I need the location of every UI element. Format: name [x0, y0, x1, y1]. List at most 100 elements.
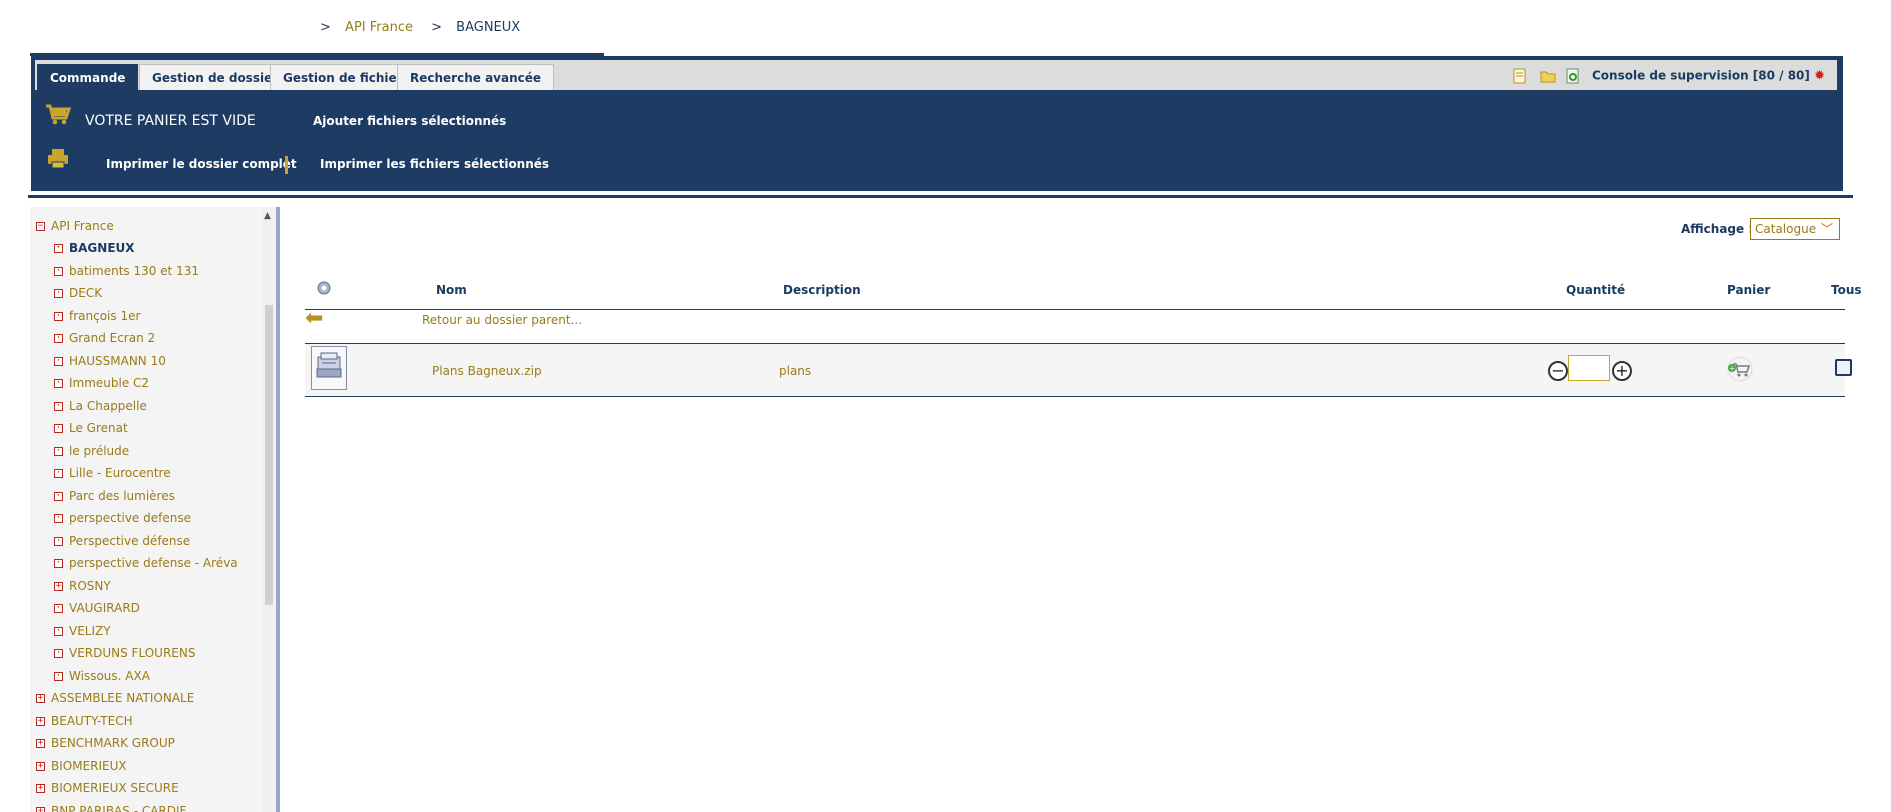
expand-icon[interactable]: +	[36, 716, 45, 726]
quantity-decrement-button[interactable]: −	[1548, 361, 1568, 381]
tree-item[interactable]: · HAUSSMANN 10	[54, 354, 166, 368]
tree-item[interactable]: · françois 1er	[54, 309, 140, 323]
tree-item[interactable]: · BAGNEUX	[54, 241, 135, 255]
collapse-icon[interactable]: ·	[54, 401, 63, 411]
tree-item[interactable]: · le prélude	[54, 444, 129, 458]
tree-item-label: Perspective défense	[69, 533, 191, 548]
collapse-icon[interactable]: ·	[54, 244, 63, 253]
tree-item[interactable]: + BEAUTY-TECH	[36, 714, 133, 728]
header-panel: Commande Gestion de dossier Gestion de f…	[31, 56, 1843, 191]
tree-item[interactable]: + BENCHMARK GROUP	[36, 736, 175, 750]
tab-gestion-dossier[interactable]: Gestion de dossier	[139, 64, 292, 90]
tree-item[interactable]: · VERDUNS FLOURENS	[54, 646, 195, 660]
file-name-link[interactable]: Plans Bagneux.zip	[432, 364, 542, 378]
collapse-icon[interactable]: ·	[54, 289, 63, 298]
tree-item[interactable]: + ASSEMBLEE NATIONALE	[36, 691, 194, 705]
tree-item-root[interactable]: − API France	[36, 219, 114, 233]
print-selected-files-button[interactable]: Imprimer les fichiers sélectionnés	[320, 157, 549, 171]
breadcrumb-link-api-france[interactable]: API France	[345, 20, 413, 35]
tab-gestion-fichier[interactable]: Gestion de fichier	[270, 64, 416, 90]
expand-icon[interactable]: +	[36, 739, 45, 748]
expand-icon[interactable]: +	[36, 694, 45, 703]
column-header-nom[interactable]: Nom	[436, 283, 467, 297]
parent-folder-link[interactable]: Retour au dossier parent...	[422, 313, 582, 327]
tree-item[interactable]: · VELIZY	[54, 624, 111, 638]
tree-item[interactable]: · batiments 130 et 131	[54, 264, 199, 278]
print-full-folder-button[interactable]: Imprimer le dossier complet	[106, 157, 297, 171]
tree-item-label: BNP PARIBAS - CARDIF	[51, 803, 187, 812]
expand-icon[interactable]: +	[36, 806, 45, 812]
file-description: plans	[779, 364, 812, 378]
collapse-icon[interactable]: ·	[54, 649, 63, 658]
sidebar-resize-handle[interactable]	[276, 207, 280, 812]
collapse-icon[interactable]: ·	[54, 604, 63, 613]
tree-item-label: BIOMERIEUX	[51, 758, 127, 773]
tree-item-label: BIOMERIEUX SECURE	[51, 781, 179, 795]
collapse-icon[interactable]: ·	[54, 356, 63, 366]
tree-item-label: perspective defense	[69, 511, 191, 525]
collapse-icon[interactable]: ·	[54, 469, 63, 478]
console-refresh-icon[interactable]	[1566, 68, 1580, 84]
tree-item[interactable]: · perspective defense	[54, 511, 191, 525]
expand-icon[interactable]: +	[54, 581, 63, 591]
tree-item[interactable]: · Parc des lumières	[54, 489, 175, 503]
collapse-icon[interactable]: ·	[54, 536, 63, 546]
folder-icon[interactable]	[1540, 68, 1556, 84]
tree-item-label: DECK	[69, 286, 103, 300]
tree-item[interactable]: + BIOMERIEUX	[36, 759, 127, 773]
header-underline	[28, 195, 1853, 198]
select-file-checkbox[interactable]	[1835, 359, 1852, 376]
tree-item[interactable]: · DECK	[54, 286, 102, 300]
settings-gear-icon[interactable]	[316, 280, 332, 300]
add-selected-files-button[interactable]: Ajouter fichiers sélectionnés	[313, 114, 506, 128]
tree-item[interactable]: · Grand Ecran 2	[54, 331, 155, 345]
expand-icon[interactable]: +	[36, 761, 45, 771]
collapse-icon[interactable]: ·	[54, 671, 63, 681]
tree-item[interactable]: · perspective defense - Aréva	[54, 556, 238, 570]
tree-item-label: ROSNY	[69, 578, 111, 593]
tree-item-label: BENCHMARK GROUP	[51, 736, 175, 750]
affichage-select[interactable]: Catalogue ﹀	[1750, 218, 1840, 240]
chevron-down-icon: ﹀	[1820, 222, 1833, 236]
collapse-icon[interactable]: ·	[54, 379, 63, 388]
tree-item[interactable]: + BIOMERIEUX SECURE	[36, 781, 179, 795]
tree-item[interactable]: · VAUGIRARD	[54, 601, 140, 615]
collapse-icon[interactable]: ·	[54, 491, 63, 501]
tree-item[interactable]: · Wissous. AXA	[54, 669, 150, 683]
tree-item[interactable]: · Perspective défense	[54, 534, 190, 548]
collapse-icon[interactable]: ·	[54, 266, 63, 276]
quantity-input[interactable]	[1568, 355, 1610, 381]
tree-item[interactable]: · Le Grenat	[54, 421, 128, 435]
expand-icon[interactable]: +	[36, 784, 45, 793]
add-to-cart-icon[interactable]: +	[1724, 356, 1754, 382]
tree-item[interactable]: · Immeuble C2	[54, 376, 149, 390]
breadcrumb-current: BAGNEUX	[456, 20, 521, 35]
back-arrow-icon[interactable]: ⬅	[305, 308, 323, 330]
sidebar-scrollbar[interactable]: ▲	[262, 207, 275, 812]
tree-item[interactable]: · La Chappelle	[54, 399, 147, 413]
column-header-description[interactable]: Description	[783, 283, 861, 297]
tree-item[interactable]: + ROSNY	[54, 579, 111, 593]
tree-item[interactable]: + BNP PARIBAS - CARDIF	[36, 804, 186, 812]
collapse-icon[interactable]: ·	[54, 311, 63, 321]
tree-item[interactable]: · Lille - Eurocentre	[54, 466, 171, 480]
zip-file-icon[interactable]	[311, 346, 347, 390]
collapse-icon[interactable]: −	[36, 222, 45, 231]
collapse-icon[interactable]: ·	[54, 514, 63, 523]
quantity-increment-button[interactable]: +	[1612, 361, 1632, 381]
print-separator	[285, 156, 288, 174]
tree-item-label: Grand Ecran 2	[69, 331, 156, 345]
collapse-icon[interactable]: ·	[54, 446, 63, 456]
tab-commande[interactable]: Commande	[37, 64, 139, 90]
printer-icon	[47, 148, 69, 174]
new-document-icon[interactable]	[1513, 68, 1527, 84]
tab-recherche-avancee[interactable]: Recherche avancée	[397, 64, 555, 90]
collapse-icon[interactable]: ·	[54, 334, 63, 343]
scroll-up-icon[interactable]: ▲	[264, 211, 271, 221]
console-supervision-link[interactable]: Console de supervision [80 / 80]	[1592, 69, 1810, 83]
tree-item-label: le prélude	[69, 443, 130, 458]
collapse-icon[interactable]: ·	[54, 559, 63, 568]
collapse-icon[interactable]: ·	[54, 424, 63, 433]
collapse-icon[interactable]: ·	[54, 626, 63, 636]
scrollbar-thumb[interactable]	[265, 305, 273, 605]
